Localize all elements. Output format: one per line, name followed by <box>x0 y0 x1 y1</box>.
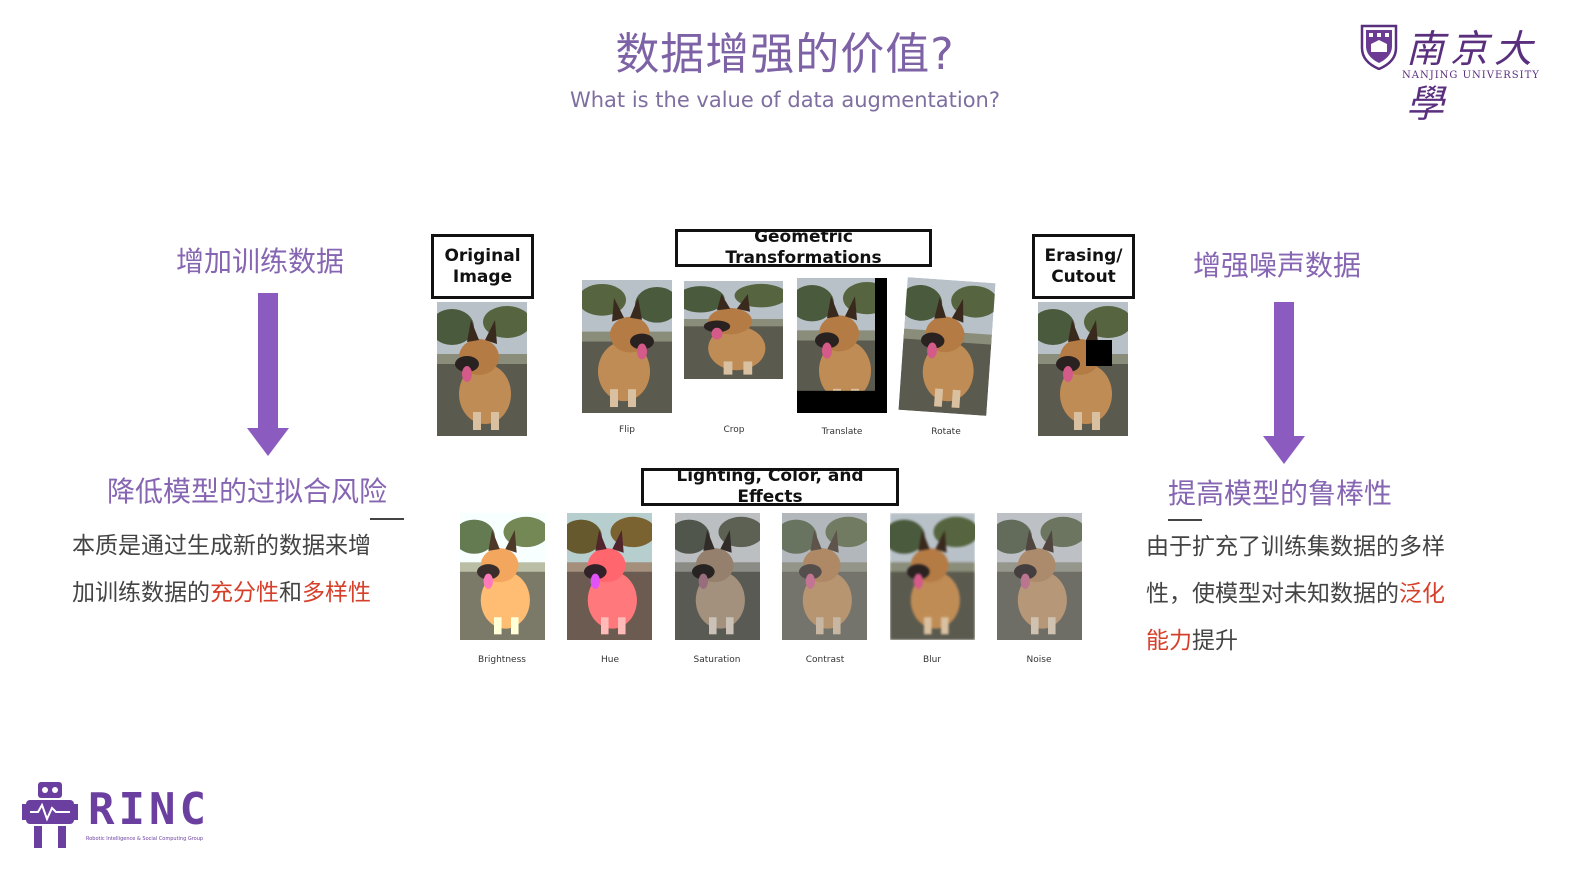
right-body-line2: 性，使模型对未知数据的泛化 <box>1146 581 1445 607</box>
shield-icon <box>1360 24 1398 70</box>
right-divider <box>1168 519 1202 521</box>
right-top-label: 增强噪声数据 <box>1193 249 1362 282</box>
left-body-line1: 本质是通过生成新的数据来增 <box>72 533 371 559</box>
left-top-label: 增加训练数据 <box>176 245 345 278</box>
left-down-arrow <box>247 293 289 456</box>
original-image-label: Original Image <box>431 234 534 299</box>
caption-brightness: Brightness <box>478 655 526 665</box>
brightness-photo <box>460 513 545 640</box>
caption-translate: Translate <box>821 427 863 437</box>
saturation-photo <box>675 513 760 640</box>
left-body-text: 本质是通过生成新的数据来增 加训练数据的充分性和多样性 <box>72 523 371 617</box>
rinc-lab-name: RINC <box>88 784 210 835</box>
university-logo: 南京大學 NANJING UNIVERSITY <box>1360 18 1560 126</box>
left-result-label: 降低模型的过拟合风险 <box>107 475 388 508</box>
slide-subtitle: What is the value of data augmentation? <box>569 88 1001 112</box>
hue-photo <box>567 513 652 640</box>
highlight-sufficiency: 充分性 <box>210 580 279 606</box>
translate-photo <box>797 278 887 413</box>
blur-photo <box>890 513 975 640</box>
original-image-photo <box>437 302 527 436</box>
flip-photo <box>582 280 672 413</box>
caption-saturation: Saturation <box>693 655 741 665</box>
left-body-line2: 加训练数据的充分性和多样性 <box>72 580 371 606</box>
highlight-ability: 能力 <box>1146 628 1192 654</box>
caption-hue: Hue <box>600 655 619 665</box>
rotate-photo <box>898 277 996 416</box>
rinc-lab-subtitle: Robotic Intelligence & Social Computing … <box>86 836 204 842</box>
caption-blur: Blur <box>922 655 942 665</box>
right-body-line1: 由于扩充了训练集数据的多样 <box>1146 534 1445 560</box>
right-body-line3: 能力提升 <box>1146 628 1238 654</box>
left-divider <box>370 518 404 520</box>
caption-crop: Crop <box>723 425 745 435</box>
right-body-text: 由于扩充了训练集数据的多样 性，使模型对未知数据的泛化 能力提升 <box>1146 524 1445 665</box>
lighting-color-effects-label: Lighting, Color, and Effects <box>641 466 899 507</box>
right-result-label: 提高模型的鲁棒性 <box>1168 477 1393 510</box>
geometric-transformations-label: Geometric Transformations <box>675 227 932 268</box>
erasing-cutout-label: Erasing/ Cutout <box>1032 234 1135 299</box>
contrast-photo <box>782 513 867 640</box>
noise-photo <box>997 513 1082 640</box>
highlight-generalization: 泛化 <box>1399 581 1445 607</box>
crop-photo <box>684 281 783 379</box>
cutout-photo <box>1038 302 1128 436</box>
highlight-diversity: 多样性 <box>302 580 371 606</box>
rinc-lab-logo: RINC Robotic Intelligence & Social Compu… <box>22 778 222 858</box>
caption-flip: Flip <box>619 425 635 435</box>
caption-rotate: Rotate <box>931 427 961 437</box>
caption-contrast: Contrast <box>805 655 845 665</box>
slide-title: 数据增强的价值? <box>615 29 955 80</box>
right-down-arrow <box>1263 302 1305 464</box>
logo-english-name: NANJING UNIVERSITY <box>1402 70 1540 81</box>
caption-noise: Noise <box>1026 655 1052 665</box>
